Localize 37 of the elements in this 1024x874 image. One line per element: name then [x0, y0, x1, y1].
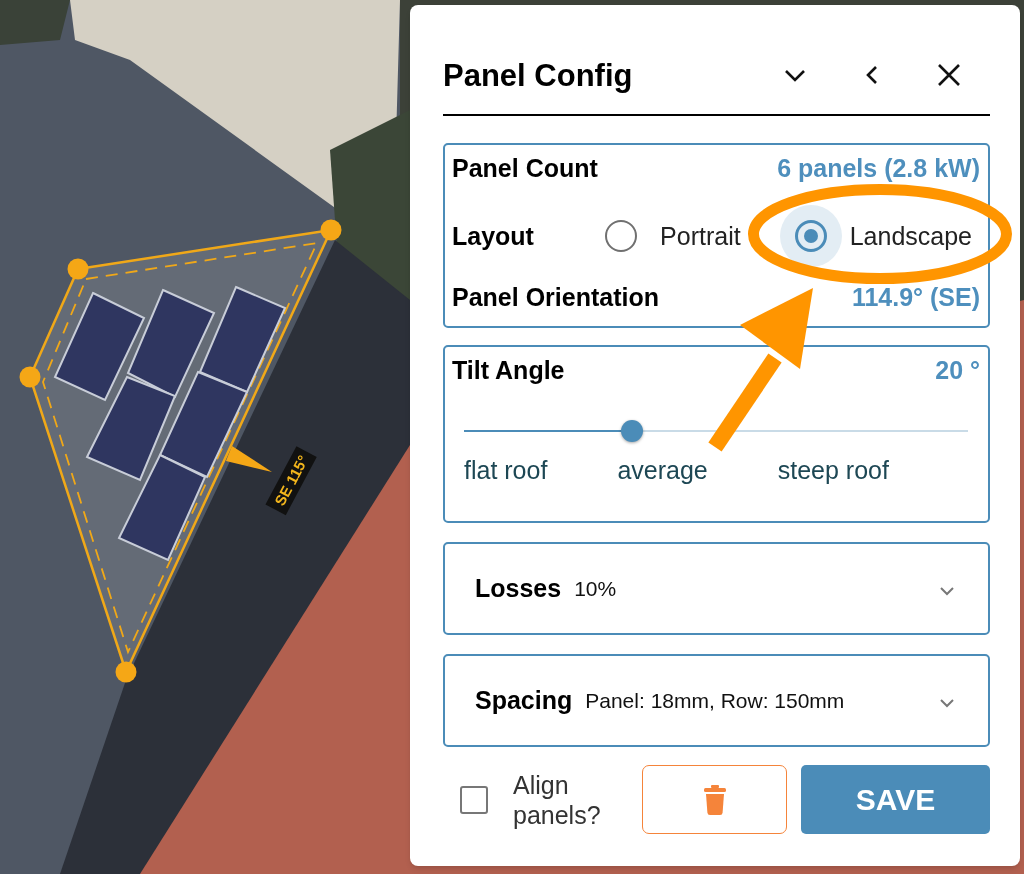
section-title: Spacing — [475, 688, 573, 713]
radio-button[interactable] — [605, 220, 638, 252]
field-label: Tilt Angle — [452, 357, 565, 383]
slider-track[interactable] — [464, 420, 968, 442]
close-icon — [937, 63, 961, 87]
delete-button[interactable] — [642, 765, 787, 834]
field-value: 6 panels (2.8 kW) — [777, 155, 980, 181]
chevron-down-icon — [784, 68, 806, 82]
slider-tick-label: steep roof — [777, 457, 889, 483]
vertex-handle[interactable] — [115, 661, 137, 683]
radio-label[interactable]: Portrait — [660, 223, 741, 249]
field-label: Layout — [452, 223, 534, 249]
slider-tick-label: flat roof — [464, 457, 548, 483]
section-summary: Panel: 18mm, Row: 150mm — [585, 690, 845, 711]
section-summary: 10% — [574, 578, 617, 599]
section-title: Losses — [475, 576, 562, 601]
radio-label[interactable]: Landscape — [849, 223, 972, 249]
vertex-handle[interactable] — [67, 258, 89, 280]
radio-button[interactable] — [779, 205, 842, 267]
field-label: Panel Count — [452, 155, 598, 181]
vertex-handle[interactable] — [19, 366, 41, 388]
field-label: Panel Orientation — [452, 284, 659, 310]
vertex-handle[interactable] — [320, 219, 342, 241]
checkbox[interactable] — [460, 785, 488, 814]
field-value: 20 ° — [935, 357, 980, 383]
field-value: 114.9° (SE) — [851, 284, 980, 310]
panel-title: Panel Config — [443, 59, 633, 91]
direction-marker — [226, 446, 272, 472]
checkbox-label[interactable]: Align panels? — [513, 769, 613, 830]
trash-icon — [703, 784, 726, 815]
save-button[interactable]: SAVE — [801, 765, 990, 834]
slider-thumb[interactable] — [620, 420, 643, 442]
accordion-section[interactable]: Spacing Panel: 18mm, Row: 150mm — [443, 654, 990, 747]
slider-tick-label: average — [617, 457, 708, 483]
chevron-left-icon — [866, 65, 878, 85]
accordion-section[interactable]: Losses 10% — [443, 542, 990, 635]
tree-canopy — [0, 0, 70, 45]
